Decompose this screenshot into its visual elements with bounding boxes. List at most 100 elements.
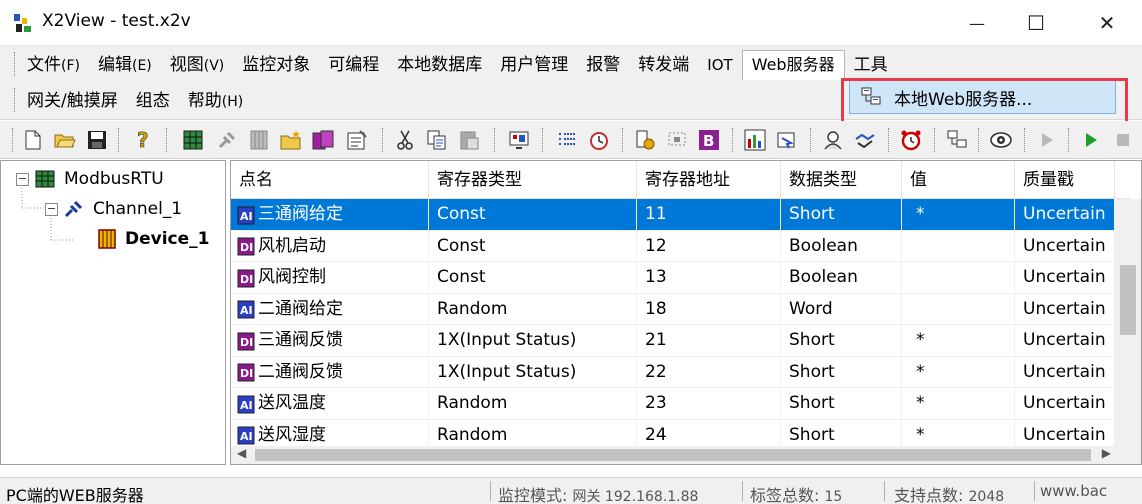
cell-point-name[interactable]: DI 风阀控制 xyxy=(231,262,429,294)
cell-point-name[interactable]: DI 二通阀反馈 xyxy=(231,356,429,388)
add-channel-button[interactable] xyxy=(180,127,206,153)
tree-node-device[interactable]: Device_1 xyxy=(97,226,210,252)
cell-quality[interactable]: Uncertain xyxy=(1015,325,1115,357)
menu-alarm[interactable]: 报警 xyxy=(577,50,629,80)
minimize-button[interactable]: — xyxy=(944,0,1010,46)
menu-monitor-objects[interactable]: 监控对象 xyxy=(233,50,319,80)
cell-data-type[interactable]: Short xyxy=(781,356,902,388)
export-button[interactable] xyxy=(774,127,800,153)
cell-data-type[interactable]: Boolean xyxy=(781,262,902,294)
cell-register-address[interactable]: 18 xyxy=(637,293,781,325)
cell-point-name[interactable]: AI 三通阀给定 xyxy=(231,199,429,231)
stop-button[interactable] xyxy=(1110,127,1136,153)
cell-data-type[interactable]: Short xyxy=(781,388,902,420)
menu-edit[interactable]: 编辑(E) xyxy=(89,50,161,80)
table-row[interactable]: DI 三通阀反馈 1X(Input Status) 21 Short * Uncertain xyxy=(231,325,1131,357)
simulate-button[interactable] xyxy=(1034,127,1060,153)
scroll-right-icon[interactable]: ▶ xyxy=(1102,446,1111,460)
web-server-button[interactable] xyxy=(944,127,970,153)
table-row[interactable]: DI 二通阀反馈 1X(Input Status) 22 Short * Uncertain xyxy=(231,356,1131,388)
cell-quality[interactable]: Uncertain xyxy=(1015,388,1115,420)
cell-point-name[interactable]: DI 三通阀反馈 xyxy=(231,325,429,357)
table-row[interactable]: DI 风阀控制 Const 13 Boolean Uncertain xyxy=(231,262,1131,294)
cell-quality[interactable]: Uncertain xyxy=(1015,262,1115,294)
vertical-scrollbar[interactable] xyxy=(1115,199,1141,464)
cell-register-address[interactable]: 11 xyxy=(637,199,781,231)
cell-value[interactable]: * xyxy=(902,388,1015,420)
paste-button[interactable] xyxy=(456,127,482,153)
save-button[interactable] xyxy=(84,127,110,153)
new-folder-button[interactable] xyxy=(278,127,304,153)
menu-forwarder[interactable]: 转发端 xyxy=(629,50,698,80)
vertical-scroll-thumb[interactable] xyxy=(1120,265,1136,335)
table-row[interactable]: AI 三通阀给定 Const 11 Short * Uncertain xyxy=(231,199,1131,231)
cell-register-address[interactable]: 21 xyxy=(637,325,781,357)
table-row[interactable]: AI 二通阀给定 Random 18 Word Uncertain xyxy=(231,293,1131,325)
cell-register-type[interactable]: Random xyxy=(429,388,637,420)
list-button[interactable] xyxy=(554,127,580,153)
menu-tools[interactable]: 工具 xyxy=(845,50,897,80)
menu-programmable[interactable]: 可编程 xyxy=(319,50,388,80)
maximize-button[interactable]: ☐ xyxy=(1003,0,1069,46)
cell-data-type[interactable]: Boolean xyxy=(781,230,902,262)
cell-quality[interactable]: Uncertain xyxy=(1015,293,1115,325)
cell-value[interactable]: * xyxy=(902,356,1015,388)
cell-data-type[interactable]: Short xyxy=(781,325,902,357)
menu-local-database[interactable]: 本地数据库 xyxy=(388,50,491,80)
column-header-register-type[interactable]: 寄存器类型 xyxy=(429,161,637,199)
cell-data-type[interactable]: Short xyxy=(781,199,902,231)
script-button[interactable] xyxy=(632,127,658,153)
cell-register-address[interactable]: 22 xyxy=(637,356,781,388)
horizontal-scrollbar[interactable]: ◀ ▶ xyxy=(231,446,1117,464)
alarm-button[interactable] xyxy=(898,127,924,153)
handshake-button[interactable] xyxy=(852,127,878,153)
cell-register-type[interactable]: Const xyxy=(429,262,637,294)
cell-point-name[interactable]: AI 送风温度 xyxy=(231,388,429,420)
collapse-icon[interactable]: − xyxy=(16,172,29,186)
cell-point-name[interactable]: AI 二通阀给定 xyxy=(231,293,429,325)
run-button[interactable] xyxy=(1078,127,1104,153)
cell-value[interactable] xyxy=(902,293,1015,325)
help-button[interactable]: ? xyxy=(130,127,156,153)
cell-point-name[interactable]: DI 风机启动 xyxy=(231,230,429,262)
menu-iot[interactable]: IOT xyxy=(698,50,741,80)
b-button[interactable]: B xyxy=(696,127,722,153)
cut-button[interactable] xyxy=(392,127,418,153)
timer-button[interactable] xyxy=(586,127,612,153)
column-header-name[interactable]: 点名 xyxy=(231,161,429,199)
tree-node-channel[interactable]: − Channel_1 xyxy=(45,196,182,222)
cell-quality[interactable]: Uncertain xyxy=(1015,356,1115,388)
add-point-button[interactable] xyxy=(310,127,336,153)
cell-register-type[interactable]: Const xyxy=(429,230,637,262)
open-file-button[interactable] xyxy=(52,127,78,153)
cell-register-type[interactable]: Random xyxy=(429,293,637,325)
local-web-server-menu-item[interactable]: 本地Web服务器... xyxy=(854,82,1111,112)
menu-view[interactable]: 视图(V) xyxy=(161,50,234,80)
cell-value[interactable] xyxy=(902,262,1015,294)
table-row[interactable]: DI 风机启动 Const 12 Boolean Uncertain xyxy=(231,230,1131,262)
menu-configuration[interactable]: 组态 xyxy=(127,86,179,116)
tree-node-root[interactable]: − ModbusRTU xyxy=(16,166,164,192)
copy-button[interactable] xyxy=(424,127,450,153)
connect-button[interactable] xyxy=(214,127,240,153)
chart-button[interactable] xyxy=(742,127,768,153)
scroll-left-icon[interactable]: ◀ xyxy=(237,446,246,460)
column-header-value[interactable]: 值 xyxy=(902,161,1015,199)
cell-register-type[interactable]: Const xyxy=(429,199,637,231)
monitor-button[interactable] xyxy=(506,127,532,153)
collapse-icon[interactable]: − xyxy=(45,202,58,216)
cell-register-address[interactable]: 12 xyxy=(637,230,781,262)
properties-button[interactable] xyxy=(344,127,370,153)
view-button[interactable] xyxy=(988,127,1014,153)
cell-quality[interactable]: Uncertain xyxy=(1015,230,1115,262)
cell-register-type[interactable]: 1X(Input Status) xyxy=(429,356,637,388)
users-button[interactable] xyxy=(820,127,846,153)
menu-user-management[interactable]: 用户管理 xyxy=(491,50,577,80)
cell-value[interactable]: * xyxy=(902,199,1015,231)
new-file-button[interactable] xyxy=(20,127,46,153)
cell-quality[interactable]: Uncertain xyxy=(1015,199,1115,231)
menu-web-server[interactable]: Web服务器 xyxy=(741,50,845,80)
table-row[interactable]: AI 送风温度 Random 23 Short * Uncertain xyxy=(231,388,1131,420)
column-header-quality[interactable]: 质量戳 xyxy=(1015,161,1115,199)
device-button[interactable] xyxy=(246,127,272,153)
